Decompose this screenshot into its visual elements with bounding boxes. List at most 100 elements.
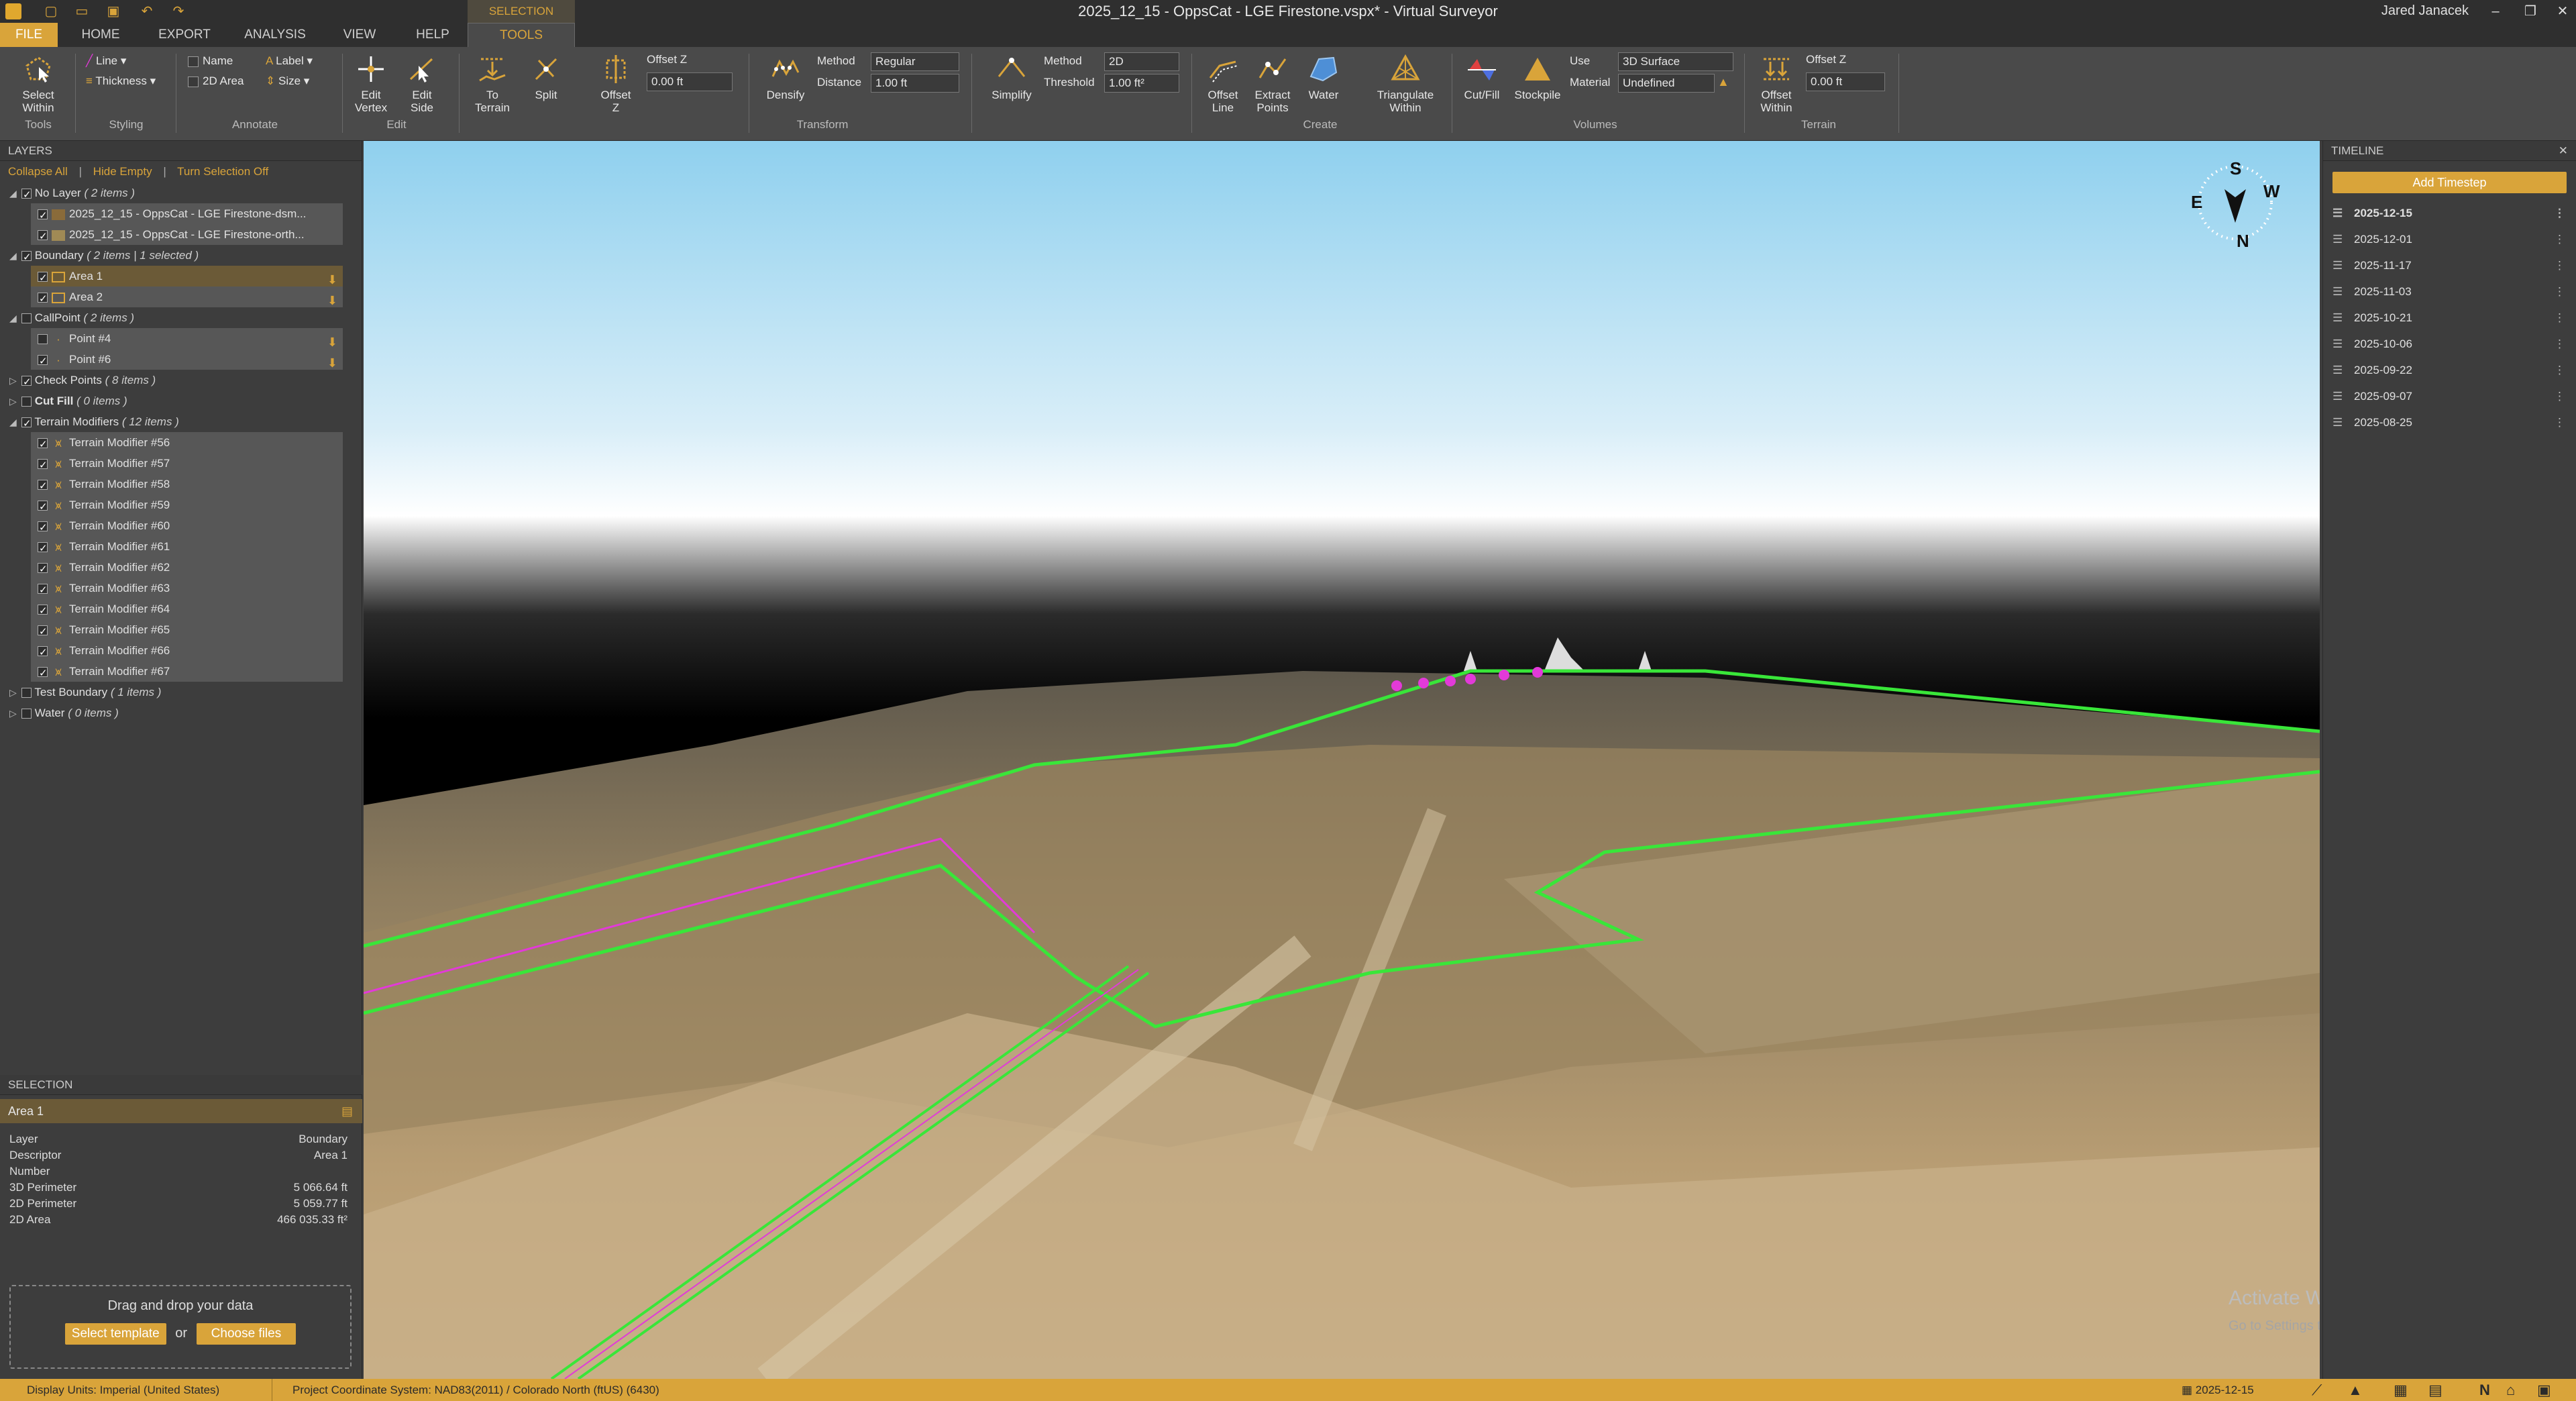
densify-button[interactable]: Densify: [755, 52, 816, 101]
edit-icon[interactable]: ▤: [341, 1099, 353, 1123]
tab-home[interactable]: HOME: [74, 23, 127, 47]
status-date[interactable]: ▦ 2025-12-15: [2182, 1379, 2254, 1401]
list-item[interactable]: ⩙ Terrain Modifier #67: [31, 661, 343, 684]
list-item[interactable]: ⩙ Terrain Modifier #59: [31, 495, 343, 517]
more-options-icon[interactable]: ⋮: [2554, 200, 2565, 226]
offset-within-button[interactable]: Offset Within: [1748, 52, 1805, 114]
3d-viewport[interactable]: S E W N Activate Windows Go to Settings …: [364, 141, 2320, 1379]
drag-handle-icon[interactable]: ☰: [2332, 278, 2343, 305]
use-dropdown[interactable]: 3D Surface: [1618, 52, 1733, 71]
layer-checkbox[interactable]: [21, 185, 32, 205]
to-terrain-button[interactable]: To Terrain: [466, 52, 519, 114]
terrain-offset-input[interactable]: 0.00 ft: [1806, 72, 1885, 91]
layer-checkbox[interactable]: [38, 226, 48, 247]
layer-group-water[interactable]: ▷ Water ( 0 items ): [0, 703, 362, 723]
maximize-button[interactable]: ❐: [2517, 1, 2544, 21]
layer-group-check-points[interactable]: ▷ Check Points ( 8 items ): [0, 370, 362, 393]
layer-checkbox[interactable]: [38, 621, 48, 642]
list-item[interactable]: · Point #6 ⬇: [31, 349, 343, 372]
more-options-icon[interactable]: ⋮: [2554, 226, 2565, 252]
timestep-item[interactable]: ☰ 2025-10-21 ⋮: [2323, 305, 2576, 331]
layer-checkbox[interactable]: [38, 205, 48, 226]
thickness-dropdown[interactable]: ≡ Thickness ▾: [86, 74, 156, 89]
list-item[interactable]: 2025_12_15 - OppsCat - LGE Firestone-dsm…: [31, 203, 343, 226]
line-style-dropdown[interactable]: ╱ Line ▾: [86, 54, 126, 68]
layer-checkbox[interactable]: [38, 580, 48, 601]
distance-input[interactable]: 1.00 ft: [871, 74, 959, 93]
simplify-button[interactable]: Simplify: [979, 52, 1044, 101]
collapse-arrow-icon[interactable]: ◢: [9, 412, 21, 433]
layer-checkbox[interactable]: [38, 559, 48, 580]
drag-handle-icon[interactable]: ☰: [2332, 252, 2343, 278]
material-lock-icon[interactable]: ▲: [1717, 75, 1731, 91]
list-item[interactable]: Area 2 ⬇: [31, 287, 343, 309]
fullscreen-icon[interactable]: ▣: [2537, 1379, 2551, 1401]
tab-file[interactable]: FILE: [0, 23, 58, 47]
list-item[interactable]: ⩙ Terrain Modifier #65: [31, 619, 343, 642]
display-units[interactable]: Display Units: Imperial (United States): [27, 1379, 219, 1401]
list-item[interactable]: ⩙ Terrain Modifier #66: [31, 640, 343, 663]
expand-arrow-icon[interactable]: ▷: [9, 370, 21, 391]
list-item[interactable]: 2025_12_15 - OppsCat - LGE Firestone-ort…: [31, 224, 343, 247]
collapse-arrow-icon[interactable]: ◢: [9, 246, 21, 266]
label-dropdown[interactable]: A Label ▾: [266, 54, 313, 68]
drop-zone[interactable]: Drag and drop your data Select template …: [9, 1285, 352, 1369]
list-item[interactable]: Area 1⬇: [31, 266, 343, 289]
layer-group-no-layer[interactable]: ◢ No Layer ( 2 items ): [0, 183, 362, 205]
tab-analysis[interactable]: ANALYSIS: [241, 23, 309, 47]
tab-tools[interactable]: TOOLS: [468, 23, 575, 47]
area2d-checkbox[interactable]: 2D Area: [188, 74, 244, 89]
hide-empty-link[interactable]: Hide Empty: [93, 165, 152, 178]
list-item[interactable]: · Point #4 ⬇: [31, 328, 343, 349]
timestep-item[interactable]: ☰ 2025-09-07 ⋮: [2323, 383, 2576, 409]
layer-checkbox[interactable]: [21, 709, 32, 719]
select-within-button[interactable]: Select Within: [9, 52, 67, 114]
minimize-button[interactable]: –: [2482, 1, 2509, 21]
more-options-icon[interactable]: ⋮: [2554, 278, 2565, 305]
layer-checkbox[interactable]: [38, 434, 48, 455]
extract-points-button[interactable]: Extract Points: [1249, 52, 1296, 114]
more-options-icon[interactable]: ⋮: [2554, 305, 2565, 331]
layer-checkbox[interactable]: [38, 476, 48, 497]
more-options-icon[interactable]: ⋮: [2554, 409, 2565, 435]
triangulate-within-button[interactable]: Triangulate Within: [1368, 52, 1442, 114]
list-item[interactable]: ⩙ Terrain Modifier #63: [31, 578, 343, 601]
expand-arrow-icon[interactable]: ▷: [9, 682, 21, 703]
timestep-item[interactable]: ☰ 2025-11-17 ⋮: [2323, 252, 2576, 278]
list-item[interactable]: ⩙ Terrain Modifier #64: [31, 599, 343, 621]
layer-checkbox[interactable]: [38, 497, 48, 517]
layer-checkbox[interactable]: [21, 688, 32, 698]
size-dropdown[interactable]: ⇕ Size ▾: [266, 74, 309, 89]
cutfill-button[interactable]: Cut/Fill: [1457, 52, 1507, 101]
more-options-icon[interactable]: ⋮: [2554, 357, 2565, 383]
edit-vertex-button[interactable]: Edit Vertex: [347, 52, 394, 114]
grid-icon[interactable]: ▦: [2394, 1379, 2408, 1401]
lock-icon[interactable]: ▲: [2348, 1379, 2363, 1401]
collapse-all-link[interactable]: Collapse All: [8, 165, 68, 178]
drag-handle-icon[interactable]: ☰: [2332, 305, 2343, 331]
close-button[interactable]: ✕: [2549, 1, 2576, 21]
timestep-item[interactable]: ☰ 2025-09-22 ⋮: [2323, 357, 2576, 383]
profile-icon[interactable]: ⟋: [2312, 1379, 2322, 1401]
drag-handle-icon[interactable]: ☰: [2332, 383, 2343, 409]
checkbox-box[interactable]: [188, 76, 199, 87]
drag-handle-icon[interactable]: ☰: [2332, 331, 2343, 357]
offset-z-button[interactable]: Offset Z: [589, 52, 643, 114]
turn-selection-off-link[interactable]: Turn Selection Off: [177, 165, 268, 178]
threshold-input[interactable]: 1.00 ft²: [1104, 74, 1179, 93]
choose-files-button[interactable]: Choose files: [196, 1323, 297, 1345]
drag-handle-icon[interactable]: ☰: [2332, 200, 2343, 226]
layer-group-cut-fill[interactable]: ▷ Cut Fill ( 0 items ): [0, 391, 362, 411]
layer-checkbox[interactable]: [38, 517, 48, 538]
layer-checkbox[interactable]: [21, 413, 32, 434]
offset-line-button[interactable]: Offset Line: [1198, 52, 1248, 114]
timestep-item[interactable]: ☰ 2025-12-01 ⋮: [2323, 226, 2576, 252]
layer-checkbox[interactable]: [38, 642, 48, 663]
name-checkbox[interactable]: Name: [188, 54, 233, 68]
more-options-icon[interactable]: ⋮: [2554, 252, 2565, 278]
method-dropdown[interactable]: Regular: [871, 52, 959, 71]
layer-checkbox[interactable]: [38, 538, 48, 559]
list-item[interactable]: ⩙ Terrain Modifier #60: [31, 515, 343, 538]
pin-icon[interactable]: ⬇: [327, 353, 337, 374]
list-item[interactable]: ⩙ Terrain Modifier #57: [31, 453, 343, 476]
